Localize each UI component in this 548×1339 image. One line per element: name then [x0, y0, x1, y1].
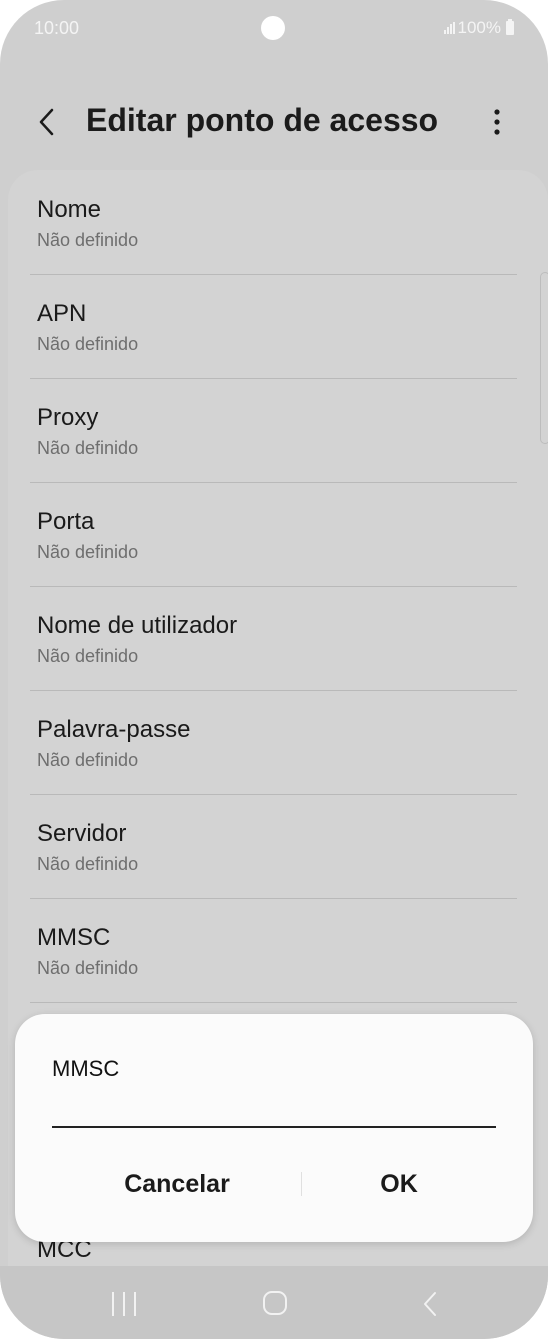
battery-percent: 100% — [457, 18, 501, 37]
list-item-servidor[interactable]: Servidor Não definido — [37, 794, 517, 898]
list-item-apn[interactable]: APN Não definido — [37, 274, 517, 378]
back-icon[interactable] — [30, 104, 64, 140]
item-title: Proxy — [37, 404, 99, 431]
item-value: Não definido — [37, 646, 139, 666]
navigation-bar — [0, 1266, 548, 1339]
list-item-porta[interactable]: Porta Não definido — [37, 482, 517, 586]
list-item-nome-de-utilizador[interactable]: Nome de utilizador Não definido — [37, 586, 517, 690]
more-options-icon[interactable] — [482, 104, 512, 140]
item-title: Palavra-passe — [37, 716, 191, 743]
item-title: MMSC — [37, 924, 111, 951]
page-title: Editar ponto de acesso — [86, 102, 439, 138]
camera-cutout — [261, 16, 285, 40]
item-value: Não definido — [37, 334, 139, 354]
list-item-mmsc[interactable]: MMSC Não definido — [37, 898, 517, 1002]
nav-back-icon[interactable] — [420, 1290, 440, 1318]
status-bar: 10:00 100% — [0, 0, 548, 60]
dialog-title: MMSC — [52, 1056, 120, 1081]
list-item-proxy[interactable]: Proxy Não definido — [37, 378, 517, 482]
scrollbar-handle[interactable] — [540, 272, 548, 444]
item-value: Não definido — [37, 542, 139, 562]
home-icon[interactable] — [263, 1291, 287, 1315]
item-title: Servidor — [37, 820, 127, 847]
item-title: Nome de utilizador — [37, 612, 238, 639]
app-bar: Editar ponto de acesso — [0, 90, 548, 154]
mmsc-dialog: MMSC Cancelar OK — [15, 1014, 533, 1242]
signal-icon — [443, 22, 455, 34]
divider — [30, 1002, 517, 1003]
phone-screen: 10:00 100% Editar ponto de acesso Nome N… — [0, 0, 548, 1339]
status-right: 100% — [443, 18, 514, 38]
item-title: APN — [37, 300, 87, 327]
item-value: Não definido — [37, 230, 139, 250]
status-time: 10:00 — [34, 18, 80, 38]
item-title: Nome — [37, 196, 102, 223]
item-value: Não definido — [37, 750, 139, 770]
cancel-button[interactable]: Cancelar — [67, 1164, 287, 1204]
list-item-palavra-passe[interactable]: Palavra-passe Não definido — [37, 690, 517, 794]
list-item-nome[interactable]: Nome Não definido — [37, 170, 517, 274]
recent-apps-icon[interactable] — [112, 1292, 136, 1316]
ok-button[interactable]: OK — [289, 1164, 509, 1204]
item-value: Não definido — [37, 854, 139, 874]
mmsc-input[interactable] — [52, 1094, 496, 1128]
item-value: Não definido — [37, 958, 139, 978]
item-value: Não definido — [37, 438, 139, 458]
battery-icon — [506, 19, 514, 35]
item-title: Porta — [37, 508, 95, 535]
